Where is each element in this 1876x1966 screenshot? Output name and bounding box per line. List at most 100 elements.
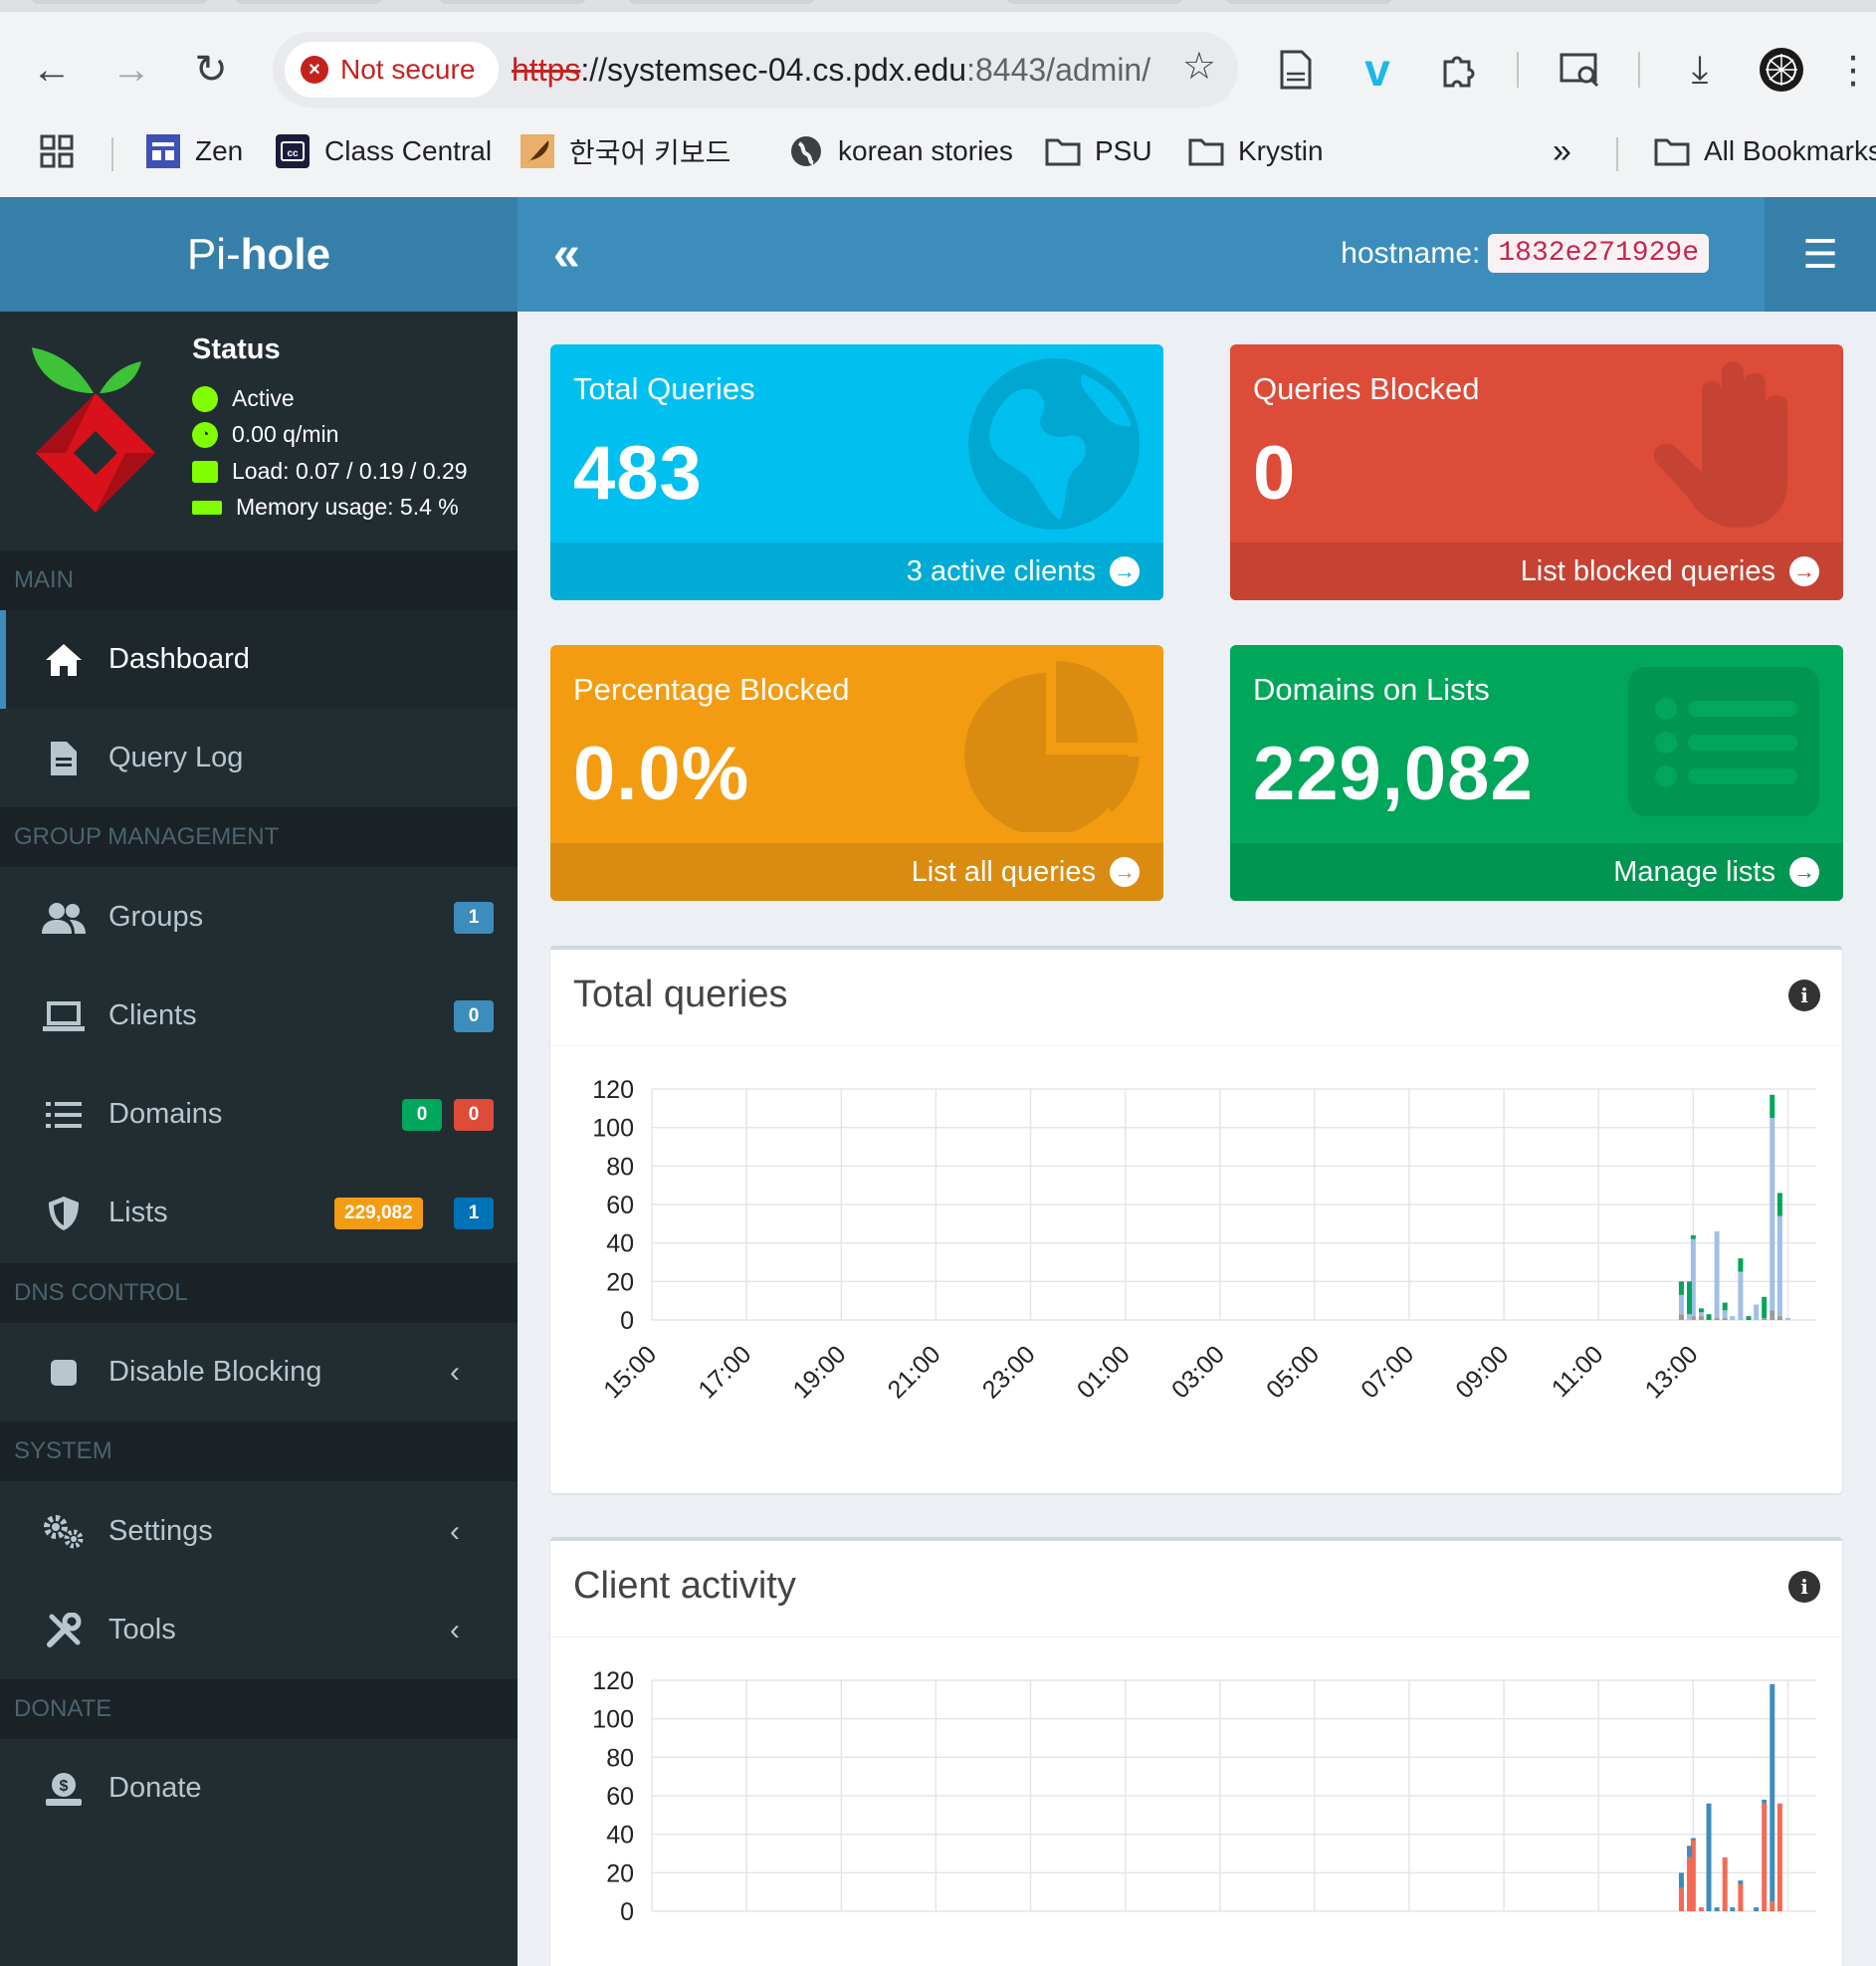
bookmark-korean-keyboard[interactable]: 한국어 키보드 <box>520 125 730 177</box>
arrow-circle-right-icon: → <box>1110 857 1140 887</box>
sidebar-item-settings[interactable]: Settings ‹ <box>0 1482 518 1581</box>
total-queries-panel: Total queries i 0 20 40 60 80 100 120 15:00 17:0… <box>550 946 1842 1493</box>
manage-lists-link[interactable]: Manage lists → <box>1230 843 1843 901</box>
sidebar-item-label: Tools <box>108 1614 176 1645</box>
lists-domains-badge: 229,082 <box>334 1197 423 1229</box>
info-icon[interactable]: i <box>1788 1571 1820 1603</box>
more-bookmarks-button[interactable]: » <box>1553 125 1571 177</box>
bar-segment <box>1698 1316 1704 1320</box>
bookmark-star-icon[interactable]: ☆ <box>1182 44 1216 89</box>
sidebar-item-donate[interactable]: $ Donate <box>0 1739 518 1838</box>
y-tick-label: 80 <box>606 1744 634 1772</box>
bar-segment <box>1722 1318 1728 1320</box>
bar-segment <box>1738 1258 1744 1272</box>
active-clients-link[interactable]: 3 active clients → <box>550 543 1163 600</box>
bar-segment <box>1776 1193 1782 1216</box>
brand-logo[interactable]: Pi-hole <box>0 197 518 312</box>
address-bar[interactable]: × Not secure https://systemsec-04.cs.pdx… <box>273 32 1238 108</box>
sidebar-item-domains[interactable]: Domains 0 0 <box>0 1065 518 1164</box>
download-icon[interactable]: ⤓ <box>1672 42 1728 98</box>
total-queries-chart: 0 20 40 60 80 100 120 15:00 17:00 19:00 21:00 23:00… <box>592 1076 1816 1404</box>
groups-count-badge: 1 <box>454 901 494 934</box>
domains-on-lists-box: Domains on Lists 229,082 Manage lists → <box>1230 645 1843 901</box>
bookmark-korean-stories[interactable]: korean stories <box>788 125 1013 177</box>
bar-segment <box>1722 1302 1728 1311</box>
panel-title: Client activity <box>573 1565 796 1607</box>
x-tick-label: 03:00 <box>1166 1340 1230 1404</box>
bar-segment <box>1776 1316 1782 1320</box>
sidebar-item-clients[interactable]: Clients 0 <box>0 967 518 1065</box>
status-qpm-text: 0.00 q/min <box>232 421 339 447</box>
bookmark-class-central[interactable]: cc Class Central <box>275 125 492 177</box>
total-queries-value: 483 <box>573 431 703 516</box>
svg-text:cc: cc <box>287 148 299 159</box>
apps-grid-icon[interactable] <box>40 125 74 177</box>
bar-segment <box>1738 1880 1744 1884</box>
section-donate: DONATE <box>0 1679 518 1739</box>
bar-segment <box>1754 1304 1760 1320</box>
sidebar-item-disable-blocking[interactable]: Disable Blocking ‹ <box>0 1323 518 1421</box>
x-tick-label: 13:00 <box>1640 1340 1704 1404</box>
bar-segment <box>1730 1316 1736 1320</box>
vimeo-extension-icon[interactable]: v <box>1350 42 1405 98</box>
reload-button[interactable]: ↻ <box>181 40 241 100</box>
queries-blocked-box: Queries Blocked 0 List blocked queries → <box>1230 344 1843 600</box>
url-host: ://systemsec-04.cs.pdx.edu <box>580 51 967 88</box>
bar-segment <box>1722 1310 1728 1319</box>
sidebar-item-lists[interactable]: Lists 229,082 1 <box>0 1164 518 1262</box>
sidebar-item-label: Donate <box>108 1772 202 1804</box>
bookmark-zen[interactable]: Zen <box>145 125 243 177</box>
extensions-icon[interactable] <box>1431 42 1487 98</box>
hamburger-menu-icon[interactable]: ☰ <box>1765 197 1876 312</box>
forward-button[interactable]: → <box>102 40 161 100</box>
all-bookmarks-folder[interactable]: All Bookmarks <box>1654 125 1876 177</box>
stop-square-icon <box>42 1359 86 1386</box>
y-tick-label: 100 <box>592 1115 634 1143</box>
list-all-queries-link[interactable]: List all queries → <box>550 843 1163 901</box>
profile-avatar[interactable] <box>1754 42 1809 98</box>
memory-icon <box>192 500 222 515</box>
domains-deny-badge: 0 <box>454 1098 494 1131</box>
back-button[interactable]: ← <box>22 40 82 100</box>
brand-prefix: Pi- <box>186 229 241 279</box>
domains-allow-badge: 0 <box>402 1098 442 1131</box>
x-tick-label: 19:00 <box>787 1340 851 1404</box>
sidebar-toggle-button[interactable]: « <box>553 227 580 282</box>
footer-label: List blocked queries <box>1520 554 1775 587</box>
footer-label: Manage lists <box>1613 855 1775 888</box>
sidebar-item-tools[interactable]: Tools ‹ <box>0 1581 518 1679</box>
cast-search-icon[interactable] <box>1553 42 1608 98</box>
bookmark-folder-krystin[interactable]: Krystin <box>1188 125 1324 177</box>
sidebar-item-groups[interactable]: Groups 1 <box>0 868 518 967</box>
total-queries-box: Total Queries 483 3 active clients → <box>550 344 1163 600</box>
status-active: Active <box>192 385 295 412</box>
browser-menu-icon[interactable]: ⋮ <box>1834 42 1872 98</box>
sidebar-item-query-log[interactable]: Query Log <box>0 709 518 807</box>
status-panel: Status Active ◔ 0.00 q/min Load: 0.07 / … <box>0 312 518 550</box>
bar-segment <box>1714 1318 1720 1320</box>
section-main: MAIN <box>0 550 518 610</box>
bar-segment <box>1746 1316 1752 1320</box>
sidebar-item-dashboard[interactable]: Dashboard <box>0 610 518 709</box>
url-text[interactable]: https://systemsec-04.cs.pdx.edu:8443/adm… <box>512 32 1150 108</box>
bookmark-label: Class Central <box>324 135 493 166</box>
info-icon[interactable]: i <box>1788 980 1820 1011</box>
lists-count-badge: 1 <box>454 1197 494 1229</box>
pihole-logo-icon <box>32 347 155 513</box>
client-activity-chart: 0 20 40 60 80 100 120 <box>592 1667 1816 1926</box>
domains-on-lists-title: Domains on Lists <box>1253 672 1490 707</box>
security-chip[interactable]: × Not secure <box>285 42 500 98</box>
bar-segment <box>1770 1094 1775 1118</box>
bookmark-folder-psu[interactable]: PSU <box>1045 125 1152 177</box>
bar-segment <box>1706 1803 1712 1911</box>
x-tick-label: 15:00 <box>598 1340 662 1404</box>
reader-mode-icon[interactable] <box>1268 42 1324 98</box>
bar-segment <box>1687 1846 1693 1857</box>
bar-segment <box>1776 1215 1782 1317</box>
bar-segment <box>1687 1281 1693 1315</box>
list-blocked-queries-link[interactable]: List blocked queries → <box>1230 543 1843 600</box>
bookmark-label: 한국어 키보드 <box>569 137 731 168</box>
footer-label: List all queries <box>911 855 1096 888</box>
percentage-blocked-title: Percentage Blocked <box>573 672 850 707</box>
not-secure-icon: × <box>301 56 328 84</box>
